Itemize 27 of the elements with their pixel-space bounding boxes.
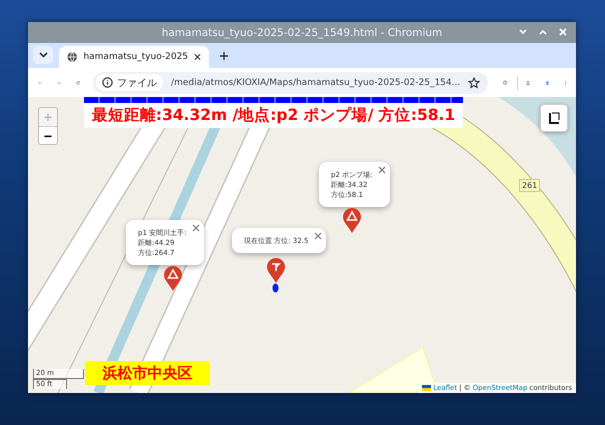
warning-marker-icon[interactable] bbox=[163, 265, 183, 292]
info-icon bbox=[102, 77, 114, 88]
minimize-icon[interactable] bbox=[518, 27, 528, 37]
window-title: hamamatsu_tyuo-2025-02-25_1549.html - Chromium bbox=[162, 26, 442, 38]
star-icon[interactable] bbox=[468, 76, 480, 88]
warning-marker-icon[interactable] bbox=[342, 207, 362, 234]
square-icon bbox=[548, 112, 560, 124]
url-text: /media/atmos/KIOXIA/Maps/hamamatsu_tyuo-2025-02-25_154... bbox=[171, 78, 460, 88]
location-dot-icon bbox=[272, 283, 279, 293]
address-field[interactable]: ファイル /media/atmos/KIOXIA/Maps/hamamatsu_tyuo-2025-02-25_154... bbox=[93, 72, 488, 94]
browser-tab[interactable]: hamamatsu_tyuo-2025 bbox=[59, 46, 209, 68]
banner-text: 最短距離:34.32m /地点:p2 ポンプ場/ 方位:58.1 bbox=[92, 105, 456, 126]
zoom-out-button[interactable]: − bbox=[39, 126, 57, 144]
scheme-label: ファイル bbox=[117, 76, 158, 90]
caret-icon bbox=[38, 52, 48, 58]
district-label: 浜松市中央区 bbox=[85, 361, 210, 385]
route-shield: 261 bbox=[519, 179, 540, 192]
plus-icon[interactable] bbox=[219, 51, 229, 61]
tab-list-button[interactable] bbox=[33, 46, 53, 64]
site-info-chip[interactable]: ファイル bbox=[96, 74, 164, 91]
globe-icon bbox=[67, 51, 78, 63]
close-icon[interactable] bbox=[194, 53, 201, 61]
arrow-marker-icon[interactable] bbox=[266, 257, 286, 284]
flag-icon bbox=[422, 385, 432, 391]
maximize-icon[interactable] bbox=[538, 27, 548, 37]
fullscreen-button[interactable] bbox=[540, 104, 568, 132]
tab-title: hamamatsu_tyuo-2025 bbox=[83, 52, 188, 62]
